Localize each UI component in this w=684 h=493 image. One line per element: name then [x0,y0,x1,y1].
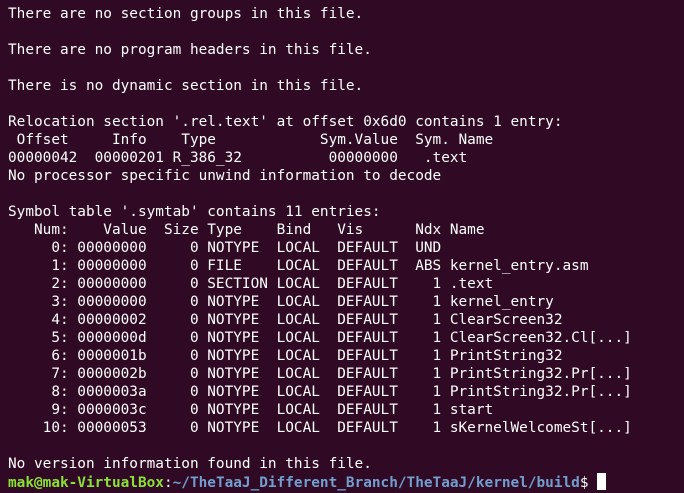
output-line: 7: 0000002b 0 NOTYPE LOCAL DEFAULT 1 Pri… [8,366,632,382]
output-line: 1: 00000000 0 FILE LOCAL DEFAULT ABS ker… [8,258,589,274]
terminal-output: There are no section groups in this file… [8,5,684,473]
output-line: There are no section groups in this file… [8,6,364,22]
output-line: 8: 0000003a 0 NOTYPE LOCAL DEFAULT 1 Pri… [8,384,632,400]
output-line: Offset Info Type Sym.Value Sym. Name [8,132,494,148]
prompt-symbol: $ [579,475,589,491]
output-line: 10: 00000053 0 NOTYPE LOCAL DEFAULT 1 sK… [8,420,632,436]
output-line: Num: Value Size Type Bind Vis Ndx Name [8,222,485,238]
output-line: 0: 00000000 0 NOTYPE LOCAL DEFAULT UND [8,240,442,256]
output-line: 3: 00000000 0 NOTYPE LOCAL DEFAULT 1 ker… [8,294,554,310]
output-line: No processor specific unwind information… [8,168,442,184]
terminal-window[interactable]: There are no section groups in this file… [0,0,684,493]
output-line: 9: 0000003c 0 NOTYPE LOCAL DEFAULT 1 sta… [8,402,494,418]
prompt-user-host: mak@mak-VirtualBox [8,475,164,491]
output-line: There is no dynamic section in this file… [8,78,364,94]
output-line: Symbol table '.symtab' contains 11 entri… [8,204,381,220]
prompt-separator: : [163,475,173,491]
output-line: 5: 0000000d 0 NOTYPE LOCAL DEFAULT 1 Cle… [8,330,632,346]
text-cursor[interactable] [596,473,606,490]
shell-prompt[interactable]: mak@mak-VirtualBox:~/TheTaaJ_Different_B… [8,473,684,491]
output-line: 6: 0000001b 0 NOTYPE LOCAL DEFAULT 1 Pri… [8,348,563,364]
prompt-path: ~/TheTaaJ_Different_Branch/TheTaaJ/kerne… [172,475,580,491]
output-line: There are no program headers in this fil… [8,42,372,58]
output-line: No version information found in this fil… [8,456,372,472]
output-line: 4: 00000002 0 NOTYPE LOCAL DEFAULT 1 Cle… [8,312,563,328]
output-line: 2: 00000000 0 SECTION LOCAL DEFAULT 1 .t… [8,276,494,292]
output-line: Relocation section '.rel.text' at offset… [8,114,563,130]
output-line: 00000042 00000201 R_386_32 00000000 .tex… [8,150,468,166]
